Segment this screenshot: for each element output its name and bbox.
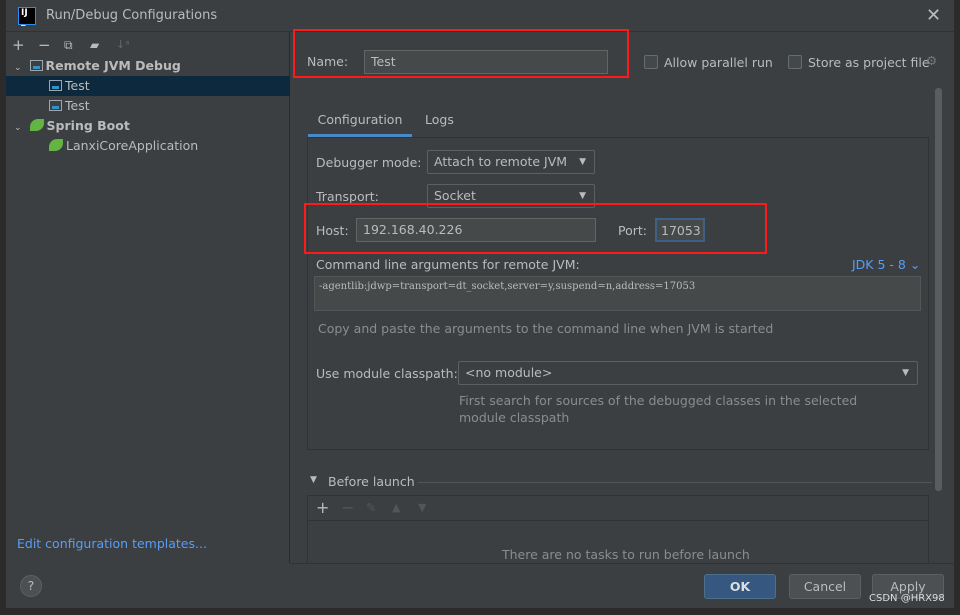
module-hint-1: First search for sources of the debugged… bbox=[459, 393, 858, 408]
add-icon[interactable]: + bbox=[12, 36, 25, 54]
add-task-icon[interactable]: + bbox=[316, 498, 329, 517]
remote-debug-icon bbox=[49, 100, 62, 111]
spring-boot-icon bbox=[29, 119, 44, 131]
module-hint-2: module classpath bbox=[459, 410, 570, 425]
cmd-hint: Copy and paste the arguments to the comm… bbox=[318, 321, 774, 336]
tab-logs[interactable]: Logs bbox=[425, 112, 454, 127]
collapse-arrow-icon[interactable]: ▼ bbox=[310, 475, 317, 485]
remove-icon[interactable]: − bbox=[38, 36, 51, 54]
run-debug-dialog: IJ _ Run/Debug Configurations ✕ + − ⧉ ▰ ↓… bbox=[6, 0, 954, 608]
tree-group-remote-jvm[interactable]: ⌄ Remote JVM Debug bbox=[6, 56, 290, 76]
transport-label: Transport: bbox=[316, 189, 379, 204]
title-bar: IJ _ Run/Debug Configurations ✕ bbox=[6, 0, 954, 32]
cmd-textarea[interactable]: -agentlib:jdwp=transport=dt_socket,serve… bbox=[314, 276, 921, 311]
store-project-label[interactable]: Store as project file bbox=[808, 55, 930, 70]
tab-configuration[interactable]: Configuration bbox=[308, 112, 412, 137]
intellij-logo: IJ _ bbox=[18, 7, 36, 27]
edit-templates-link[interactable]: Edit configuration templates... bbox=[17, 536, 207, 551]
before-launch-label[interactable]: Before launch bbox=[328, 474, 415, 489]
no-tasks-text: There are no tasks to run before launch bbox=[502, 547, 750, 562]
help-button[interactable]: ? bbox=[20, 575, 42, 597]
edit-task-icon[interactable]: ✎ bbox=[366, 500, 376, 515]
host-label: Host: bbox=[316, 223, 349, 238]
new-folder-icon[interactable]: ▰ bbox=[90, 38, 99, 52]
allow-parallel-checkbox[interactable] bbox=[644, 55, 658, 69]
tree-item-test[interactable]: Test bbox=[6, 96, 290, 116]
tree-item-test[interactable]: Test bbox=[6, 76, 290, 96]
port-input[interactable]: 17053 bbox=[655, 218, 705, 242]
separator bbox=[418, 482, 932, 483]
jdk-version-select[interactable]: JDK 5 - 8 ⌄ bbox=[852, 257, 920, 272]
close-icon[interactable]: ✕ bbox=[926, 5, 941, 26]
remove-task-icon[interactable]: − bbox=[341, 498, 354, 517]
footer-left bbox=[6, 563, 290, 608]
remote-debug-icon bbox=[29, 60, 43, 71]
debugger-mode-label: Debugger mode: bbox=[316, 155, 422, 170]
window-title: Run/Debug Configurations bbox=[46, 8, 218, 23]
ok-button[interactable]: OK bbox=[704, 574, 776, 599]
name-input[interactable]: Test bbox=[364, 50, 608, 74]
scrollbar[interactable] bbox=[935, 88, 942, 491]
port-label: Port: bbox=[618, 223, 647, 238]
config-sidebar: + − ⧉ ▰ ↓ᵃ ⌄ Remote JVM Debug Test Test ⌄… bbox=[6, 32, 290, 563]
module-select[interactable]: <no module> ▼ bbox=[458, 361, 918, 385]
cancel-button[interactable]: Cancel bbox=[789, 574, 861, 599]
copy-icon[interactable]: ⧉ bbox=[64, 38, 73, 53]
remote-debug-icon bbox=[49, 80, 62, 91]
host-input[interactable]: 192.168.40.226 bbox=[356, 218, 596, 242]
store-project-checkbox[interactable] bbox=[788, 55, 802, 69]
move-down-icon[interactable]: ▼ bbox=[418, 501, 426, 514]
spring-boot-icon bbox=[49, 139, 63, 151]
dropdown-arrow-icon: ▼ bbox=[579, 157, 586, 167]
sort-icon[interactable]: ↓ᵃ bbox=[116, 38, 130, 51]
tree-item-lanxi[interactable]: LanxiCoreApplication bbox=[6, 136, 290, 156]
allow-parallel-label[interactable]: Allow parallel run bbox=[664, 55, 773, 70]
dropdown-arrow-icon: ▼ bbox=[902, 368, 909, 378]
watermark: CSDN @HRX98 bbox=[869, 593, 945, 604]
name-label: Name: bbox=[307, 54, 349, 69]
separator bbox=[307, 520, 929, 521]
tree-group-spring-boot[interactable]: ⌄ Spring Boot bbox=[6, 116, 290, 136]
move-up-icon[interactable]: ▲ bbox=[392, 501, 400, 514]
module-label: Use module classpath: bbox=[316, 366, 458, 381]
gear-icon[interactable]: ⚙ bbox=[926, 53, 937, 68]
debugger-mode-select[interactable]: Attach to remote JVM ▼ bbox=[427, 150, 595, 174]
cmd-label: Command line arguments for remote JVM: bbox=[316, 257, 580, 272]
